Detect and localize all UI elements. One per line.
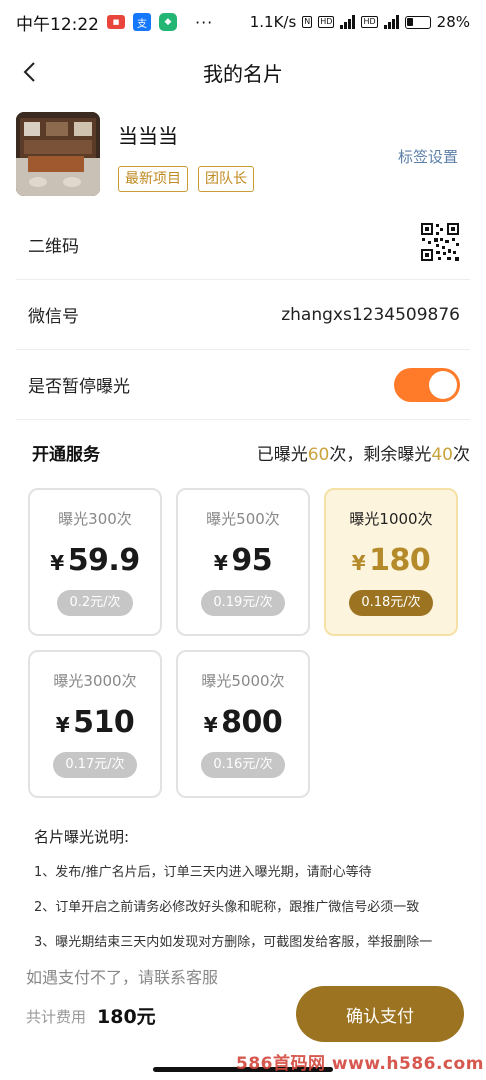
plan-card[interactable]: 曝光500次 ¥95 0.19元/次	[176, 488, 310, 636]
plan-price-value: 510	[73, 705, 135, 740]
tag-badge: 最新项目	[118, 166, 188, 192]
plan-card[interactable]: 曝光3000次 ¥510 0.17元/次	[28, 650, 162, 798]
plan-price: ¥800	[178, 705, 308, 740]
nav-bar: 我的名片	[0, 44, 486, 100]
qrcode-icon[interactable]	[420, 222, 460, 267]
toggle-knob	[429, 370, 457, 399]
plan-price-value: 95	[231, 543, 273, 578]
plan-price-value: 180	[369, 543, 431, 578]
profile-tags: 最新项目 团队长	[118, 166, 254, 192]
tag-badge: 团队长	[198, 166, 254, 192]
plan-price-value: 59.9	[67, 543, 141, 578]
pause-exposure-row: 是否暂停曝光	[16, 350, 470, 420]
note-item: 2、订单开启之前请务必修改好头像和昵称，跟推广微信号必须一致	[34, 900, 420, 915]
pause-exposure-label: 是否暂停曝光	[28, 377, 130, 397]
exposure-mid: 次，剩余曝光	[329, 444, 432, 465]
exposed-count: 60	[307, 444, 330, 465]
total-value: 180元	[97, 1006, 156, 1028]
chevron-left-icon	[23, 62, 35, 82]
wechat-row[interactable]: 微信号 zhangxs1234509876	[16, 280, 470, 350]
currency-symbol: ¥	[213, 551, 228, 575]
currency-symbol: ¥	[351, 551, 366, 575]
shield-app-icon: ◆	[159, 13, 177, 31]
plan-title: 曝光5000次	[201, 672, 285, 690]
exposure-suffix: 次	[453, 444, 470, 465]
exposure-stats: 已曝光60次，剩余曝光40次	[257, 440, 470, 465]
avatar-photo	[16, 112, 100, 196]
plan-unit-price: 0.19元/次	[201, 590, 285, 616]
plan-price: ¥95	[178, 543, 308, 578]
status-bar: 中午12:22 ■ 支 ◆ ··· 1.1K/s N HD HD 28%	[0, 0, 486, 44]
plan-price: ¥510	[30, 705, 160, 740]
exposure-prefix: 已曝光	[256, 444, 308, 465]
plan-card[interactable]: 曝光1000次 ¥180 0.18元/次	[324, 488, 458, 636]
nfc-icon: N	[302, 16, 313, 28]
battery-percent: 28%	[436, 13, 470, 31]
confirm-pay-button[interactable]: 确认支付	[296, 986, 464, 1042]
signal-icon	[340, 15, 356, 29]
avatar[interactable]	[16, 112, 100, 196]
watermark: 586首码网 www.h586.com	[236, 1054, 484, 1074]
remaining-count: 40	[431, 444, 453, 465]
currency-symbol: ¥	[55, 713, 70, 737]
plan-unit-price: 0.2元/次	[57, 590, 133, 616]
hd-icon-2: HD	[361, 16, 378, 28]
tag-settings-link[interactable]: 标签设置	[398, 146, 458, 167]
wechat-value: zhangxs1234509876	[281, 304, 460, 325]
more-notifications-icon: ···	[195, 12, 214, 32]
service-header: 开通服务 已曝光60次，剩余曝光40次	[16, 432, 470, 472]
alipay-icon: 支	[133, 13, 151, 31]
plan-unit-price: 0.17元/次	[53, 752, 137, 778]
plan-card[interactable]: 曝光300次 ¥59.9 0.2元/次	[28, 488, 162, 636]
profile-header: 当当当 最新项目 团队长 标签设置	[16, 112, 470, 200]
currency-symbol: ¥	[50, 551, 64, 575]
note-item: 3、曝光期结束三天内如发现对方删除，可截图发给客服，举报删除一	[34, 935, 433, 950]
contact-support-text[interactable]: 如遇支付不了，请联系客服	[26, 964, 218, 988]
plan-unit-price: 0.16元/次	[201, 752, 285, 778]
plan-unit-price: 0.18元/次	[349, 590, 433, 616]
pause-exposure-toggle[interactable]	[394, 367, 460, 402]
network-speed: 1.1K/s	[249, 13, 297, 31]
exposure-notes: 名片曝光说明: 1、发布/推广名片后，订单三天内进入曝光期，请耐心等待 2、订单…	[34, 826, 464, 966]
note-item: 1、发布/推广名片后，订单三天内进入曝光期，请耐心等待	[34, 865, 372, 880]
page-title: 我的名片	[203, 61, 283, 86]
wechat-label: 微信号	[28, 307, 79, 327]
signal-icon-2	[383, 15, 399, 29]
qrcode-label: 二维码	[28, 237, 79, 257]
status-time: 中午12:22	[16, 14, 99, 35]
currency-symbol: ¥	[203, 713, 218, 737]
plan-title: 曝光500次	[206, 510, 280, 528]
notes-title: 名片曝光说明:	[34, 828, 130, 846]
battery-icon	[404, 15, 431, 29]
notification-app-icon: ■	[107, 15, 125, 29]
plan-price: ¥59.9	[30, 543, 160, 578]
profile-name: 当当当	[118, 124, 178, 148]
hd-icon: HD	[318, 16, 335, 28]
service-title: 开通服务	[32, 444, 100, 465]
total-label: 共计费用	[26, 1008, 87, 1026]
qrcode-row[interactable]: 二维码	[16, 210, 470, 280]
plan-title: 曝光3000次	[53, 672, 137, 690]
plan-title: 曝光1000次	[349, 510, 433, 528]
back-button[interactable]	[16, 58, 44, 86]
plan-card[interactable]: 曝光5000次 ¥800 0.16元/次	[176, 650, 310, 798]
plan-price: ¥180	[326, 543, 456, 578]
plan-price-value: 800	[221, 705, 283, 740]
plan-title: 曝光300次	[58, 510, 132, 528]
